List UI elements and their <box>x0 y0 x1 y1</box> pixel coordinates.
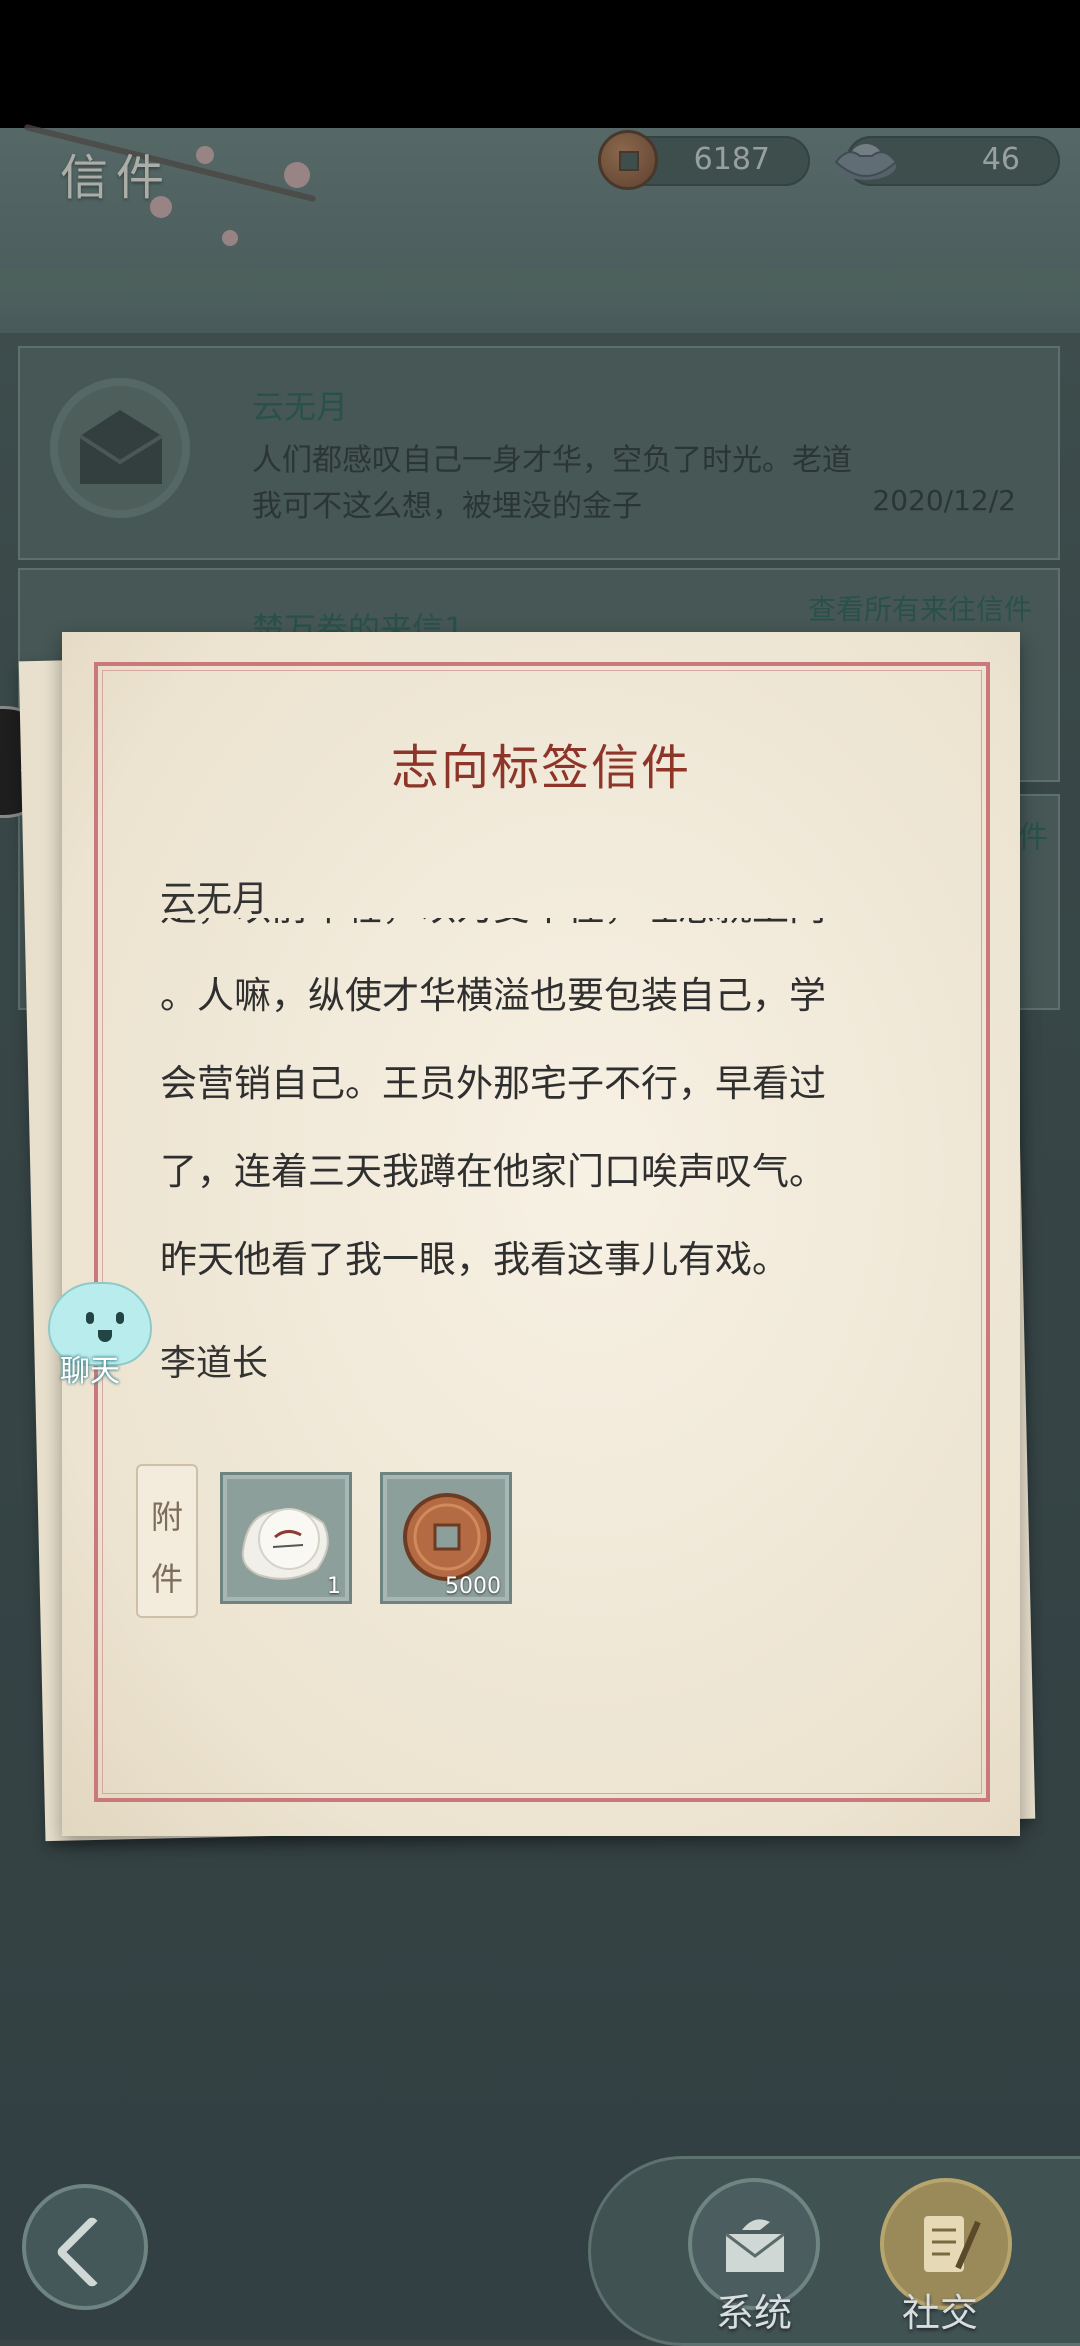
chat-button[interactable]: 聊天 <box>40 1282 152 1389</box>
social-label: 社交 <box>902 2291 979 2335</box>
letter-line: 了，连着三天我蹲在他家门口唉声叹气。 <box>160 1150 826 1193</box>
attachment-label: 附 件 <box>136 1464 198 1618</box>
attachment-count: 5000 <box>445 1574 501 1599</box>
attachment-slot[interactable]: 5000 <box>380 1472 512 1604</box>
letter-line: 。人嘛，纵使才华横溢也要包装自己，学 <box>160 974 826 1017</box>
attachment-count: 1 <box>327 1574 341 1599</box>
scroll-brush-icon <box>924 2216 981 2272</box>
back-button[interactable] <box>22 2184 148 2310</box>
letter-line: 昨天他看了我一眼，我看这事儿有戏。 <box>160 1238 789 1281</box>
letter-body[interactable]: 是，以前年轻，以为受不住，埋怨就上门 。人嘛，纵使才华横溢也要包装自己，学 会营… <box>160 918 940 1298</box>
letter-greeting: 云无月 <box>160 879 269 920</box>
status-bar <box>0 0 1080 128</box>
back-arrow-icon <box>55 2215 129 2289</box>
attachment-slot[interactable]: 1 <box>220 1472 352 1604</box>
letter-line: 是，以前年轻，以为受不住，埋怨就上门 <box>160 918 940 952</box>
chat-label: 聊天 <box>60 1354 120 1389</box>
copper-coin-icon <box>403 1493 491 1581</box>
letter-signature: 李道长 <box>160 1343 269 1384</box>
tea-cake-icon <box>241 1508 329 1580</box>
letter-title: 志向标签信件 <box>390 740 691 796</box>
system-label: 系统 <box>716 2291 793 2335</box>
envelope-bird-icon <box>725 2219 785 2272</box>
letter-line: 会营销自己。王员外那宅子不行，早看过 <box>160 1062 826 1105</box>
